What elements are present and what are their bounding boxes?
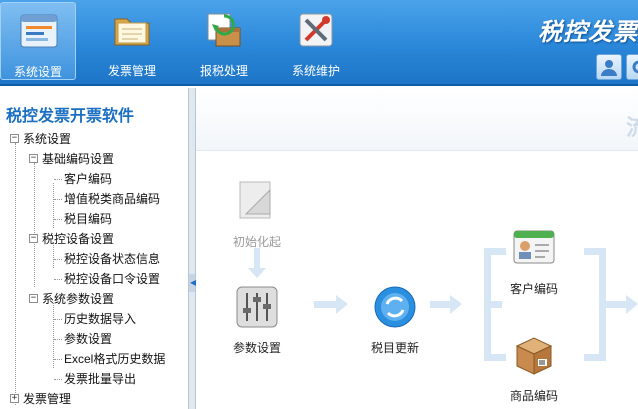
expand-icon[interactable]: + xyxy=(10,394,19,404)
tree-group-tax-device[interactable]: − 税控设备设置 xyxy=(29,229,114,249)
settings-panel-icon xyxy=(20,14,58,48)
tree-item-tax-item-code[interactable]: 税目编码 xyxy=(64,209,112,229)
tree-item-excel-history[interactable]: Excel格式历史数据 xyxy=(64,349,165,369)
toolbar-label: 报税处理 xyxy=(199,64,248,78)
collapse-icon[interactable]: − xyxy=(29,294,38,304)
toolbar-button-system-maintenance[interactable]: 系统维护 xyxy=(278,2,354,80)
user-icon xyxy=(601,60,617,76)
flow-node-label: 初始化起 xyxy=(232,235,281,249)
toolbar-button-system-settings[interactable]: 系统设置 xyxy=(0,2,76,80)
toolbar-button-invoice-management[interactable]: 发票管理 xyxy=(94,2,170,80)
tree-item-device-password[interactable]: 税控设备口令设置 xyxy=(64,269,160,289)
tree-item-customer-code[interactable]: 客户编码 xyxy=(64,169,112,189)
flow-node-label: 参数设置 xyxy=(232,341,281,355)
flow-node-param-settings[interactable]: 参数设置 xyxy=(217,284,297,356)
id-card-icon xyxy=(513,230,555,264)
gear-icon xyxy=(632,60,638,74)
refresh-icon xyxy=(374,286,416,328)
main-flow-area: 流 初始化起 参数设置 税目更新 客户编码 商品编码 xyxy=(196,88,638,409)
collapse-icon[interactable]: − xyxy=(10,134,19,144)
folder-icon xyxy=(114,18,150,46)
flow-node-label: 税目更新 xyxy=(370,341,419,355)
slider-controls-icon xyxy=(236,286,278,328)
toolbar-label: 系统设置 xyxy=(13,65,62,79)
toolbar-label: 系统维护 xyxy=(291,64,340,78)
flow-node-label: 客户编码 xyxy=(509,282,558,296)
tree-group-basic-codes[interactable]: − 基础编码设置 xyxy=(29,149,114,169)
navigation-panel: 税控发票开票软件 − 系统设置 − 基础编码设置 客户编码 增值税类商品编码 税目编… xyxy=(0,88,188,409)
brand-title: 税控发票开 xyxy=(538,19,638,46)
package-box-icon xyxy=(515,337,553,375)
panel-splitter[interactable]: ◀ xyxy=(188,88,196,409)
collapse-icon[interactable]: − xyxy=(29,234,38,244)
tree-item-vat-goods-code[interactable]: 增值税类商品编码 xyxy=(64,189,160,209)
toolbar-label: 发票管理 xyxy=(107,64,156,78)
tree-root-invoice-management[interactable]: + 发票管理 xyxy=(10,389,71,409)
user-button[interactable] xyxy=(596,54,622,80)
tools-icon xyxy=(299,13,333,47)
tree-item-invoice-batch-export[interactable]: 发票批量导出 xyxy=(64,369,136,389)
tree-item-device-status[interactable]: 税控设备状态信息 xyxy=(64,249,160,269)
tax-box-icon xyxy=(207,13,241,47)
tree-root-system-settings[interactable]: − 系统设置 xyxy=(10,129,71,149)
toolbar-button-tax-processing[interactable]: 报税处理 xyxy=(186,2,262,80)
flow-node-customer-code[interactable]: 客户编码 xyxy=(494,225,574,297)
main-toolbar: 系统设置 发票管理 报税处理 系统维护 税控发票开 xyxy=(0,0,638,86)
sidebar-title: 税控发票开票软件 xyxy=(6,108,135,125)
flow-node-tax-item-update[interactable]: 税目更新 xyxy=(355,284,435,356)
ruler-triangle-icon xyxy=(239,181,271,219)
flow-node-label: 商品编码 xyxy=(509,389,558,403)
collapse-icon[interactable]: − xyxy=(29,154,38,164)
tree-item-param-settings[interactable]: 参数设置 xyxy=(64,329,112,349)
flow-node-goods-code[interactable]: 商品编码 xyxy=(494,332,574,404)
flow-node-initialize[interactable]: 初始化起 xyxy=(217,178,297,250)
tree-item-history-import[interactable]: 历史数据导入 xyxy=(64,309,136,329)
tree-group-system-params[interactable]: − 系统参数设置 xyxy=(29,289,114,309)
options-button[interactable] xyxy=(626,54,638,80)
